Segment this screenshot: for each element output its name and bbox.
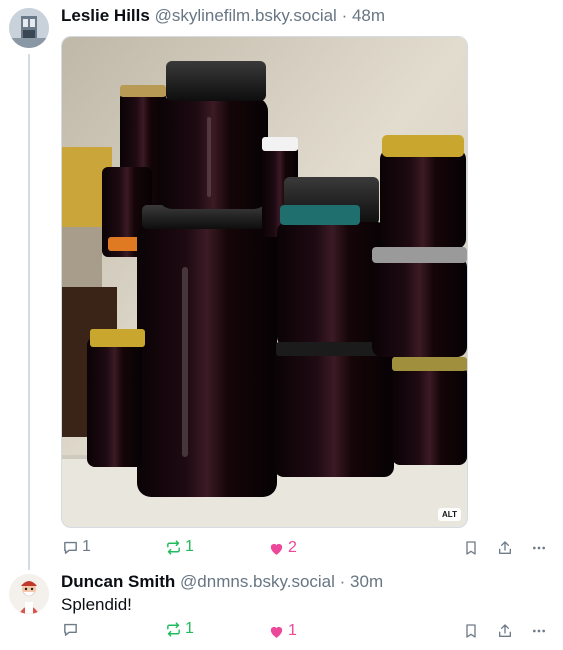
reply-icon — [64, 623, 77, 636]
reply-button[interactable] — [62, 621, 82, 638]
like-button[interactable]: 2 — [268, 539, 297, 557]
more-icon — [533, 629, 545, 633]
like-count: 2 — [288, 539, 297, 556]
more-icon — [533, 546, 545, 550]
like-button[interactable]: 1 — [268, 622, 297, 640]
repost-icon — [167, 539, 180, 555]
post-time[interactable]: · 48m — [342, 6, 385, 25]
post-header: Duncan Smith @dnmns.bsky.social · 30m — [61, 572, 383, 592]
bookmark-button[interactable] — [463, 623, 479, 639]
repost-icon — [167, 621, 180, 637]
reply-count: 1 — [82, 538, 91, 555]
repost-button[interactable]: 1 — [165, 620, 194, 638]
reply-button[interactable]: 1 — [62, 538, 91, 556]
post-text: Splendid! — [61, 595, 132, 614]
share-icon — [499, 624, 511, 637]
thread-line — [28, 54, 30, 570]
repost-count: 1 — [185, 538, 194, 555]
author-name[interactable]: Leslie Hills — [61, 6, 150, 25]
author-name[interactable]: Duncan Smith — [61, 572, 175, 591]
more-button[interactable] — [530, 623, 548, 639]
bookmark-icon — [466, 624, 476, 638]
like-icon — [270, 626, 283, 638]
bookmark-icon — [466, 541, 476, 555]
author-handle[interactable]: @skylinefilm.bsky.social — [155, 6, 337, 25]
share-button[interactable] — [497, 540, 513, 556]
author-avatar[interactable] — [9, 8, 49, 48]
more-button[interactable] — [530, 540, 548, 556]
bookmark-button[interactable] — [463, 540, 479, 556]
alt-badge[interactable]: ALT — [438, 508, 461, 521]
share-button[interactable] — [497, 623, 513, 639]
post-header: Leslie Hills @skylinefilm.bsky.social · … — [61, 6, 385, 26]
post-time[interactable]: · 30m — [340, 572, 383, 591]
repost-count: 1 — [185, 620, 194, 637]
like-icon — [270, 543, 283, 555]
like-count: 1 — [288, 622, 297, 639]
repost-button[interactable]: 1 — [165, 538, 194, 556]
share-icon — [499, 541, 511, 554]
author-handle[interactable]: @dnmns.bsky.social — [180, 572, 335, 591]
post-image[interactable]: ALT — [61, 36, 468, 528]
author-avatar[interactable] — [9, 574, 49, 614]
reply-icon — [64, 541, 77, 554]
